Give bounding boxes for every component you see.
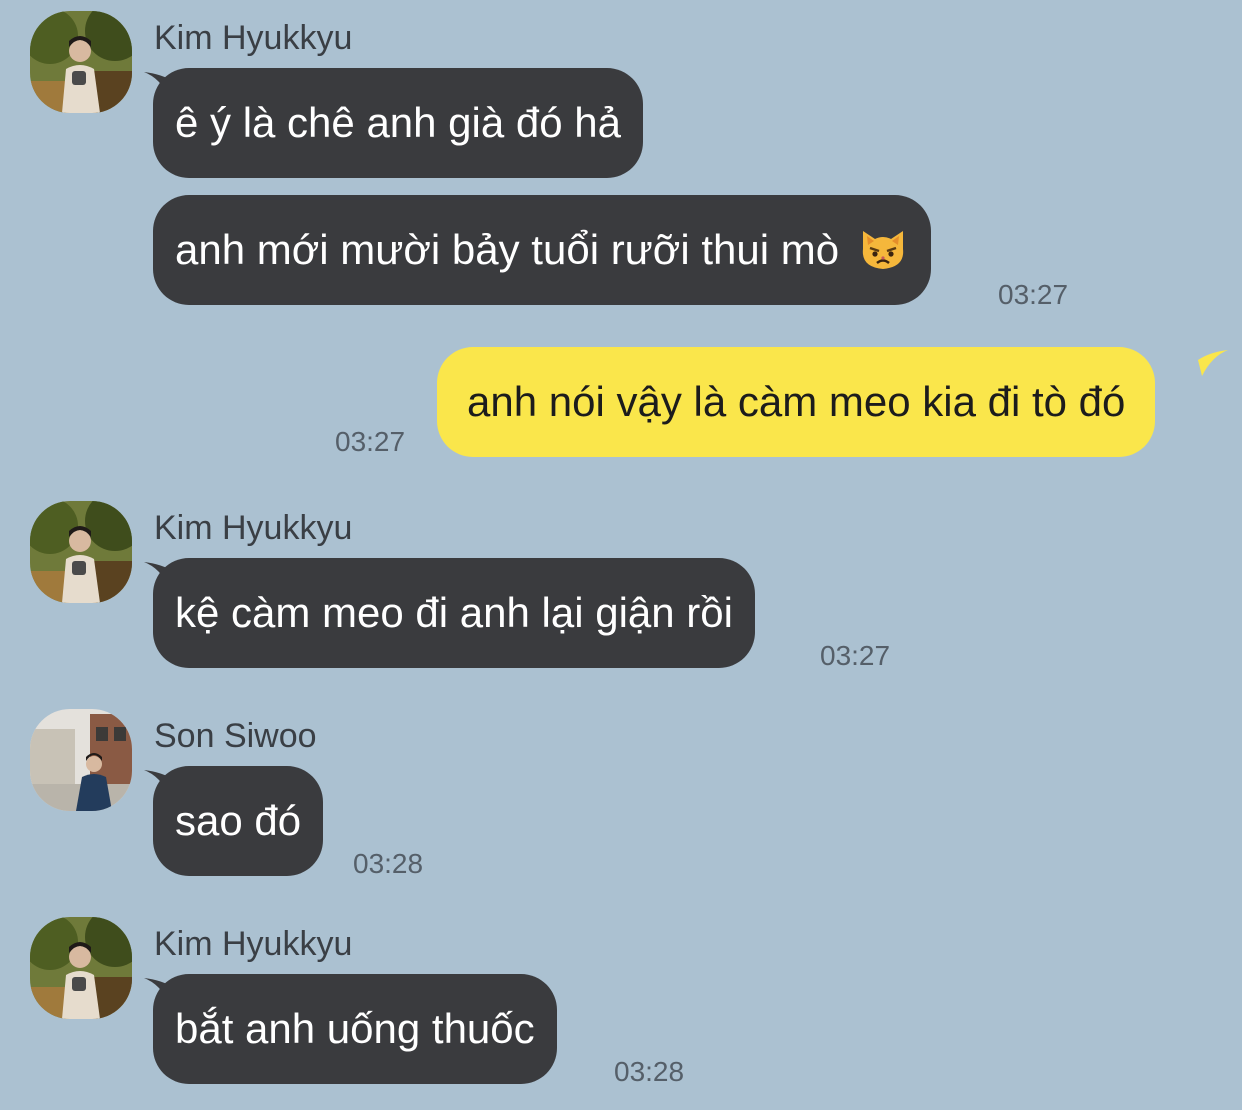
avatar-son-siwoo[interactable] xyxy=(30,709,132,811)
message-text: anh nói vậy là càm meo kia đi tò đó xyxy=(467,378,1126,425)
message-time: 03:27 xyxy=(820,640,891,671)
message-bubble[interactable]: anh mới mười bảy tuổi rưỡi thui mò xyxy=(153,195,931,305)
message-text: anh mới mười bảy tuổi rưỡi thui mò xyxy=(175,226,840,273)
message-time: 03:28 xyxy=(353,848,424,879)
avatar-kim-hyukkyu[interactable] xyxy=(30,917,132,1019)
message-bubble[interactable]: kệ càm meo đi anh lại giận rồi xyxy=(153,558,755,668)
message-bubble-outgoing[interactable]: anh nói vậy là càm meo kia đi tò đó xyxy=(437,347,1156,457)
pouting-cat-icon xyxy=(862,230,903,269)
sender-name: Kim Hyukkyu xyxy=(154,19,353,57)
sender-name: Son Siwoo xyxy=(154,717,317,755)
avatar-kim-hyukkyu[interactable] xyxy=(30,11,132,113)
message-bubble[interactable]: bắt anh uống thuốc xyxy=(153,974,557,1084)
message-bubble[interactable]: ê ý là chê anh già đó hả xyxy=(153,68,644,178)
sender-name: Kim Hyukkyu xyxy=(154,925,353,963)
message-bubble[interactable]: sao đó xyxy=(153,766,324,876)
sender-name: Kim Hyukkyu xyxy=(154,509,353,547)
message-text: sao đó xyxy=(175,797,302,844)
message-time: 03:28 xyxy=(614,1056,685,1087)
message-time: 03:27 xyxy=(335,426,406,457)
message-text: ê ý là chê anh già đó hả xyxy=(175,99,622,146)
message-time: 03:27 xyxy=(998,279,1069,310)
message-text: kệ càm meo đi anh lại giận rồi xyxy=(175,589,733,636)
bubble-tail xyxy=(1198,350,1228,376)
message-text: bắt anh uống thuốc xyxy=(175,1005,535,1052)
avatar-kim-hyukkyu[interactable] xyxy=(30,501,132,603)
chat-area[interactable]: Kim Hyukkyu ê ý là chê anh già đó hả anh… xyxy=(0,0,1242,1110)
